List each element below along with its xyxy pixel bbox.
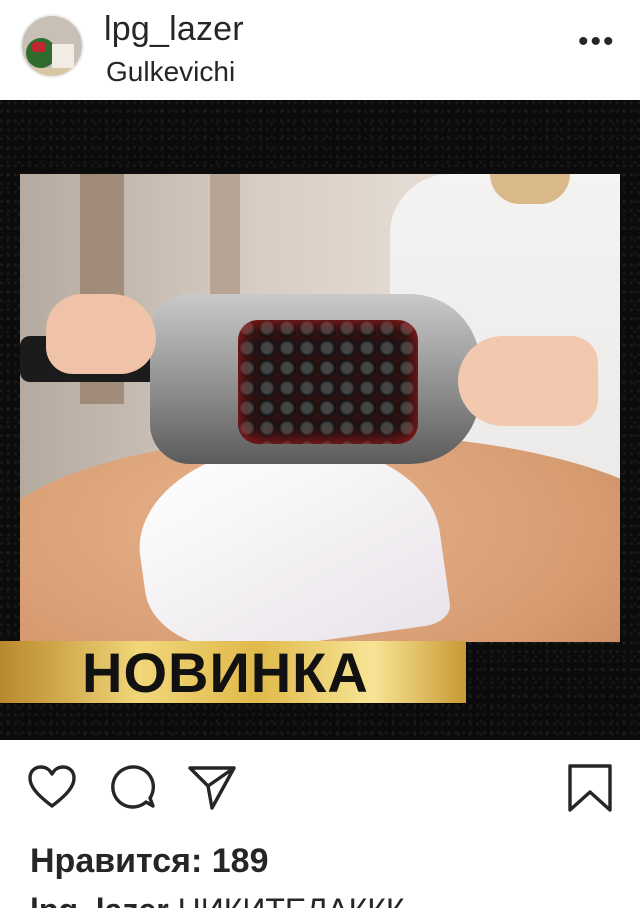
post-header: lpg_lazer Gulkevichi ••• [0, 0, 640, 100]
action-bar [0, 740, 640, 830]
post-image[interactable]: НОВИНКА [0, 100, 640, 740]
paper-plane-icon[interactable] [186, 762, 238, 814]
post-caption: lpg_lazer НИКИТЕЛАККК [30, 892, 630, 908]
promo-banner: НОВИНКА [0, 641, 466, 703]
heart-icon[interactable] [26, 762, 78, 814]
banner-text: НОВИНКА [82, 641, 369, 704]
username-link[interactable]: lpg_lazer [104, 10, 244, 49]
bookmark-icon[interactable] [564, 762, 616, 814]
caption-username[interactable]: lpg_lazer [30, 892, 169, 908]
more-options-button[interactable]: ••• [578, 27, 614, 57]
ellipsis-icon: ••• [578, 25, 616, 58]
likes-count[interactable]: Нравится: 189 [30, 842, 268, 881]
comment-icon[interactable] [106, 762, 158, 814]
profile-avatar[interactable] [20, 14, 84, 78]
caption-text: НИКИТЕЛАККК [178, 892, 405, 908]
location-link[interactable]: Gulkevichi [106, 56, 235, 88]
post-photo [20, 174, 620, 642]
